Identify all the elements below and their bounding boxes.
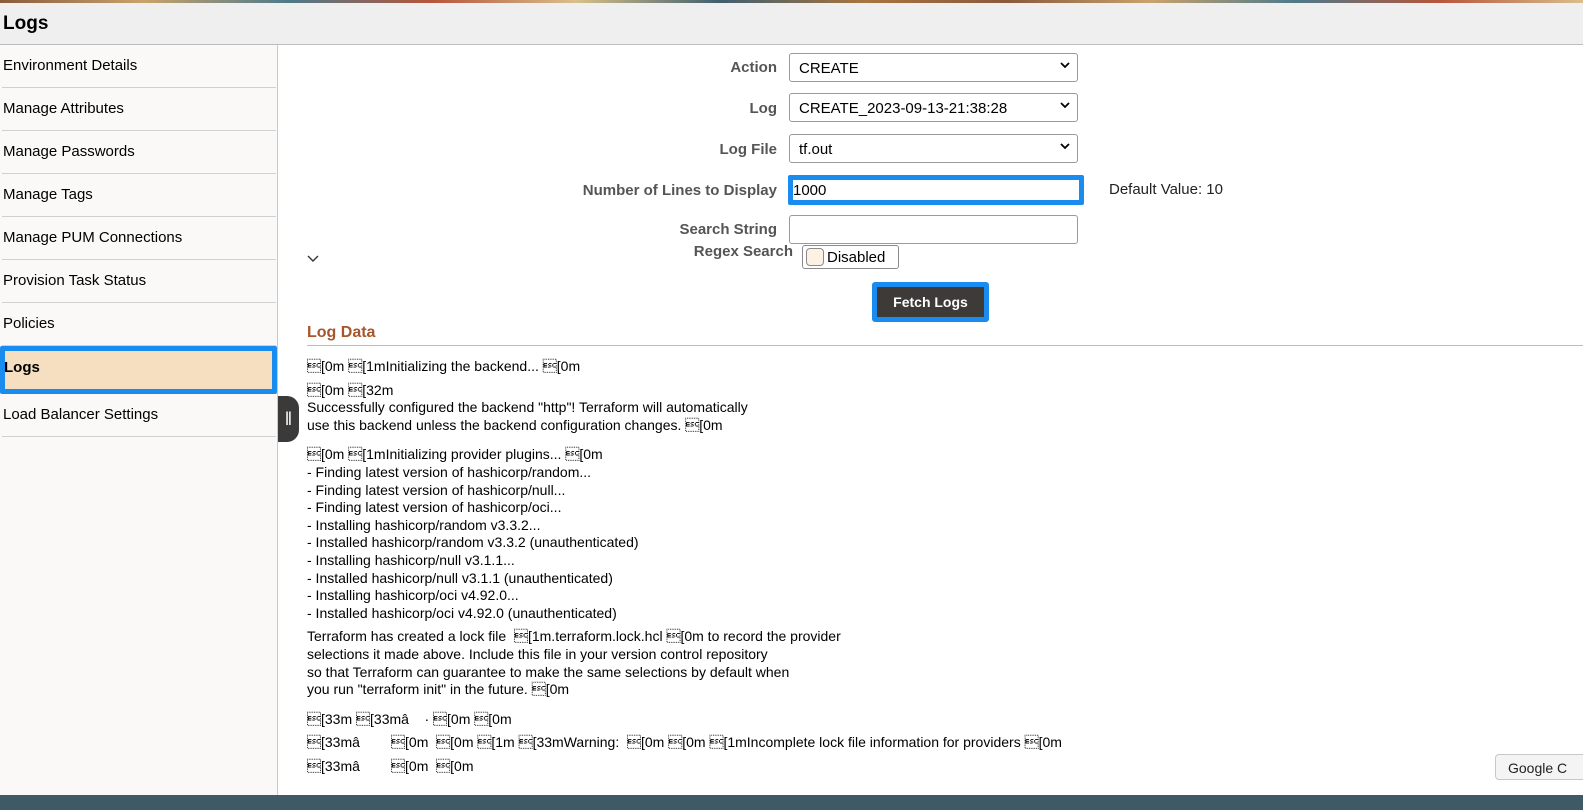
lines-default-hint: Default Value: 10 <box>1109 181 1223 198</box>
log-output: [0m [1mInitializing the backend... [0… <box>307 358 1207 775</box>
log-select[interactable]: CREATE_2023-09-13-21:38:28 <box>789 93 1078 122</box>
regex-toggle[interactable]: Disabled <box>802 245 899 269</box>
log-line: - Installed hashicorp/random v3.3.2 (una… <box>307 534 639 551</box>
sidebar-item-label: Manage Passwords <box>3 143 135 160</box>
log-data-title: Log Data <box>307 324 376 341</box>
log-file-select[interactable]: tf.out <box>789 134 1078 163</box>
log-line: - Installed hashicorp/oci v4.92.0 (unaut… <box>307 604 617 621</box>
log-line: - Installing hashicorp/null v3.1.1... <box>307 551 515 568</box>
log-line: you run "terraform init" in the future. … <box>307 681 570 698</box>
log-line: [33mâ [0m [0m <box>307 757 474 774</box>
page-header: Logs <box>0 3 1583 45</box>
section-divider <box>307 345 1583 346</box>
sidebar-item-label: Environment Details <box>3 57 138 74</box>
lines-label: Number of Lines to Display <box>582 182 777 199</box>
sidebar-item-label: Provision Task Status <box>3 272 147 289</box>
sidebar-item-label: Load Balancer Settings <box>3 406 159 423</box>
action-select[interactable]: CREATE <box>789 53 1078 82</box>
log-line: [0m [1mInitializing provider plugins..… <box>307 446 603 463</box>
sidebar-item-provision-task-status[interactable]: Provision Task Status <box>2 260 276 303</box>
log-file-label: Log File <box>719 141 778 158</box>
chevron-down-icon <box>1060 102 1070 109</box>
sidebar-item-manage-pum-connections[interactable]: Manage PUM Connections <box>2 217 276 260</box>
sidebar-item-manage-attributes[interactable]: Manage Attributes <box>2 88 276 131</box>
chevron-down-icon <box>1060 62 1070 69</box>
log-line: - Finding latest version of hashicorp/ra… <box>307 463 592 480</box>
log-line: - Installed hashicorp/null v3.1.1 (unaut… <box>307 569 613 586</box>
sidebar-item-policies[interactable]: Policies <box>2 303 276 346</box>
sidebar-item-label: Policies <box>3 315 55 332</box>
chevron-down-icon[interactable] <box>307 253 319 265</box>
page-title: Logs <box>3 13 49 34</box>
sidebar-collapse-handle[interactable]: ‖ <box>278 396 299 442</box>
sidebar-item-manage-tags[interactable]: Manage Tags <box>2 174 276 217</box>
log-select-value: CREATE_2023-09-13-21:38:28 <box>799 100 1008 117</box>
search-label: Search String <box>679 221 777 238</box>
log-line: Successfully configured the backend "htt… <box>307 399 748 416</box>
bottom-bar <box>0 795 1583 810</box>
log-file-select-value: tf.out <box>799 141 833 158</box>
lines-input-value: 1000 <box>793 182 827 199</box>
log-line: [33m [33mâ · [0m [0m <box>307 710 512 727</box>
lines-input[interactable]: 1000 <box>788 175 1084 205</box>
log-line: - Finding latest version of hashicorp/oc… <box>307 499 562 516</box>
sidebar-item-load-balancer-settings[interactable]: Load Balancer Settings <box>2 394 276 437</box>
google-translate-button[interactable]: Google C <box>1495 754 1583 780</box>
log-line: - Installing hashicorp/oci v4.92.0... <box>307 587 519 604</box>
log-line: so that Terraform can guarantee to make … <box>307 663 790 680</box>
regex-label: Regex Search <box>693 243 793 260</box>
log-line: - Installing hashicorp/random v3.3.2... <box>307 516 541 533</box>
chevron-down-icon <box>1060 143 1070 150</box>
log-line: selections it made above. Include this f… <box>307 645 768 662</box>
action-select-value: CREATE <box>799 60 859 77</box>
log-line: use this backend unless the backend conf… <box>307 416 723 433</box>
sidebar-item-label: Logs <box>4 359 40 376</box>
google-button-label: Google C <box>1508 760 1568 776</box>
log-line: [0m [1mInitializing the backend... [0… <box>307 358 581 374</box>
log-line: [0m [32m <box>307 381 394 398</box>
sidebar-item-label: Manage PUM Connections <box>3 229 183 246</box>
action-label: Action <box>730 59 777 76</box>
regex-toggle-state: Disabled <box>827 249 886 266</box>
sidebar-item-label: Manage Attributes <box>3 100 124 117</box>
regex-checkbox[interactable] <box>806 248 824 266</box>
sidebar-item-label: Manage Tags <box>3 186 93 203</box>
sidebar: Environment Details Manage Attributes Ma… <box>0 45 278 795</box>
sidebar-item-logs[interactable]: Logs <box>0 346 277 394</box>
log-line: Terraform has created a lock file [1m.t… <box>307 628 841 645</box>
sidebar-item-manage-passwords[interactable]: Manage Passwords <box>2 131 276 174</box>
search-input[interactable] <box>789 215 1078 244</box>
fetch-logs-button[interactable]: Fetch Logs <box>872 282 989 322</box>
log-label: Log <box>749 100 778 117</box>
sidebar-item-environment-details[interactable]: Environment Details <box>2 45 276 88</box>
log-line: [33mâ [0m [0m [1m [33mWarning: [0m… <box>307 734 1062 751</box>
log-line: - Finding latest version of hashicorp/nu… <box>307 481 566 498</box>
